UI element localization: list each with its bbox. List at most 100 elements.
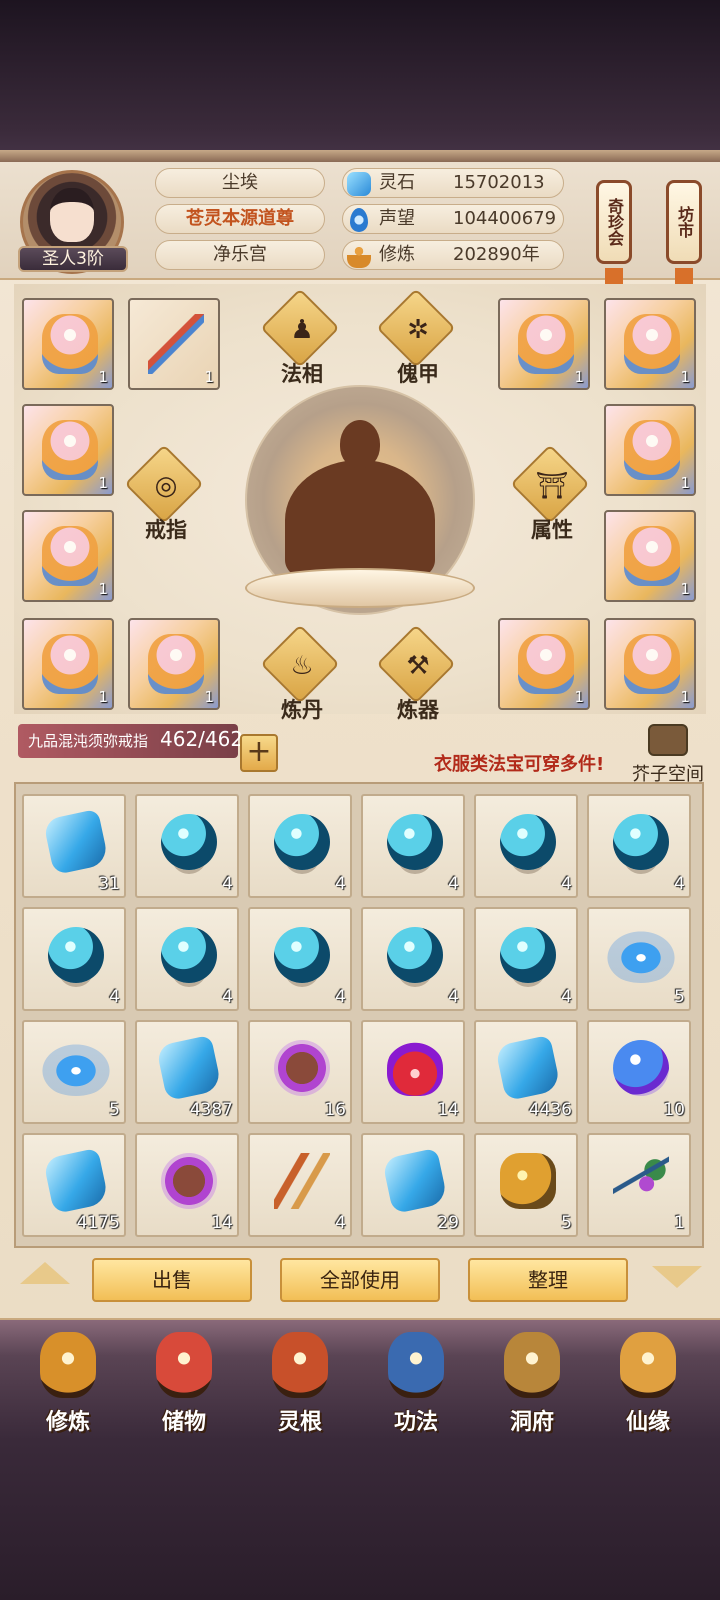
inventory-slot[interactable]: 16 (248, 1020, 352, 1124)
inventory-slot[interactable]: 29 (361, 1133, 465, 1237)
resource-label: 修炼 (379, 244, 415, 265)
inventory-slot[interactable]: 5 (474, 1133, 578, 1237)
item-count: 4 (561, 987, 572, 1007)
scroll-down-arrow-icon[interactable] (652, 1266, 702, 1288)
expand-capacity-button[interactable]: + (240, 734, 278, 772)
equip-slot[interactable]: 1 (128, 298, 220, 390)
alchemy-label: 炼丹 (281, 698, 323, 722)
inventory-slot[interactable]: 4 (361, 907, 465, 1011)
meditation-icon: ♟ (290, 315, 314, 345)
inventory-slot[interactable]: 1 (587, 1133, 691, 1237)
inventory-slot[interactable]: 14 (361, 1020, 465, 1124)
ring-label: 戒指 (145, 518, 187, 542)
item-count: 5 (561, 1213, 572, 1233)
storage-space-button[interactable]: 芥子空间 (630, 724, 706, 785)
item-count: 4 (222, 987, 233, 1007)
puppet-armor-button[interactable]: ✲ 傀甲 (358, 288, 478, 390)
item-count: 4436 (528, 1100, 572, 1120)
equip-slot[interactable]: 1 (22, 618, 114, 710)
market-button[interactable]: 坊市 (666, 180, 702, 264)
crystal-item-icon (42, 1147, 110, 1215)
inventory-slot[interactable]: 31 (22, 794, 126, 898)
anvil-hammer-icon: ⚒ (406, 651, 430, 681)
inventory-slot[interactable]: 4436 (474, 1020, 578, 1124)
forging-button[interactable]: ⚒ 炼器 (358, 624, 478, 726)
inventory-slot[interactable]: 5 (587, 907, 691, 1011)
equip-slot[interactable]: 1 (22, 404, 114, 496)
sell-button[interactable]: 出售 (92, 1258, 252, 1302)
swirl-item-icon (601, 927, 681, 983)
equip-slot[interactable]: 1 (22, 298, 114, 390)
scroll-up-arrow-icon[interactable] (20, 1262, 70, 1284)
inventory-slot[interactable]: 4 (361, 794, 465, 898)
nav-item-5[interactable]: 仙缘 (598, 1328, 698, 1436)
item-count: 4 (448, 874, 459, 894)
celestial-robe-icon (518, 634, 574, 694)
inventory-slot[interactable]: 4 (248, 1133, 352, 1237)
nav-label: 功法 (393, 1410, 438, 1435)
avatar-face (50, 188, 94, 242)
celestial-robe-icon (518, 314, 574, 374)
treasure-fair-button[interactable]: 奇珍会 (596, 180, 632, 264)
celestial-robe-icon (624, 526, 680, 586)
orb-item-icon (48, 927, 104, 983)
nav-item-1[interactable]: 储物 (134, 1328, 234, 1436)
celestial-robe-icon (624, 634, 680, 694)
inventory-slot[interactable]: 4 (474, 907, 578, 1011)
inventory-slot[interactable]: 10 (587, 1020, 691, 1124)
bow-icon (148, 314, 204, 374)
attributes-button[interactable]: ⛩ 属性 (492, 444, 612, 546)
item-count: 1 (680, 580, 690, 598)
inventory-slot[interactable]: 4 (22, 907, 126, 1011)
inventory-slot[interactable]: 4 (587, 794, 691, 898)
dharma-form-label: 法相 (281, 362, 323, 386)
nav-item-3[interactable]: 功法 (366, 1328, 466, 1436)
inventory-slot[interactable]: 4 (135, 907, 239, 1011)
alchemy-button[interactable]: ♨ 炼丹 (242, 624, 362, 726)
equip-slot[interactable]: 1 (22, 510, 114, 602)
purple-item-icon (161, 1153, 217, 1209)
equip-slot[interactable]: 1 (498, 618, 590, 710)
prestige-icon (350, 208, 368, 232)
nav-item-2[interactable]: 灵根 (250, 1328, 350, 1436)
item-count: 1 (98, 580, 108, 598)
inventory-slot[interactable]: 4 (248, 907, 352, 1011)
inventory-slot[interactable]: 14 (135, 1133, 239, 1237)
ring-button[interactable]: ◎ 戒指 (106, 444, 226, 546)
equip-slot[interactable]: 1 (128, 618, 220, 710)
cauldron-icon: ♨ (290, 651, 314, 681)
equip-slot[interactable]: 1 (604, 618, 696, 710)
crystal-item-icon (494, 1034, 562, 1102)
inventory-slot[interactable]: 5 (22, 1020, 126, 1124)
hint-text: 衣服类法宝可穿多件! (434, 754, 605, 775)
resource-spirit-stone: 灵石 15702013 (342, 168, 564, 198)
item-count: 16 (324, 1100, 346, 1120)
inventory-slot[interactable]: 4 (135, 794, 239, 898)
equip-slot[interactable]: 1 (604, 404, 696, 496)
nav-item-4[interactable]: 洞府 (482, 1328, 582, 1436)
plant-item-icon (613, 1153, 669, 1209)
celestial-robe-icon (148, 634, 204, 694)
item-count: 1 (574, 688, 584, 706)
item-count: 10 (663, 1100, 685, 1120)
inventory-slot[interactable]: 4 (248, 794, 352, 898)
celestial-robe-icon (42, 420, 98, 480)
equip-slot[interactable]: 1 (604, 298, 696, 390)
cultivation-icon (347, 244, 371, 268)
item-count: 5 (674, 987, 685, 1007)
dharma-form-button[interactable]: ♟ 法相 (242, 288, 362, 390)
sort-button[interactable]: 整理 (468, 1258, 628, 1302)
equip-slot[interactable]: 1 (604, 510, 696, 602)
nav-label: 储物 (161, 1410, 206, 1435)
inventory-slot[interactable]: 4387 (135, 1020, 239, 1124)
nav-item-0[interactable]: 修炼 (18, 1328, 118, 1436)
inventory-slot[interactable]: 4 (474, 794, 578, 898)
item-count: 1 (204, 368, 214, 386)
equip-slot[interactable]: 1 (498, 298, 590, 390)
resource-prestige: 声望 104400679 (342, 204, 564, 234)
nav-label: 修炼 (45, 1410, 90, 1435)
inventory-slot[interactable]: 4175 (22, 1133, 126, 1237)
player-name: 尘埃 (155, 168, 325, 198)
use-all-button[interactable]: 全部使用 (280, 1258, 440, 1302)
crystal-item-icon (381, 1147, 449, 1215)
